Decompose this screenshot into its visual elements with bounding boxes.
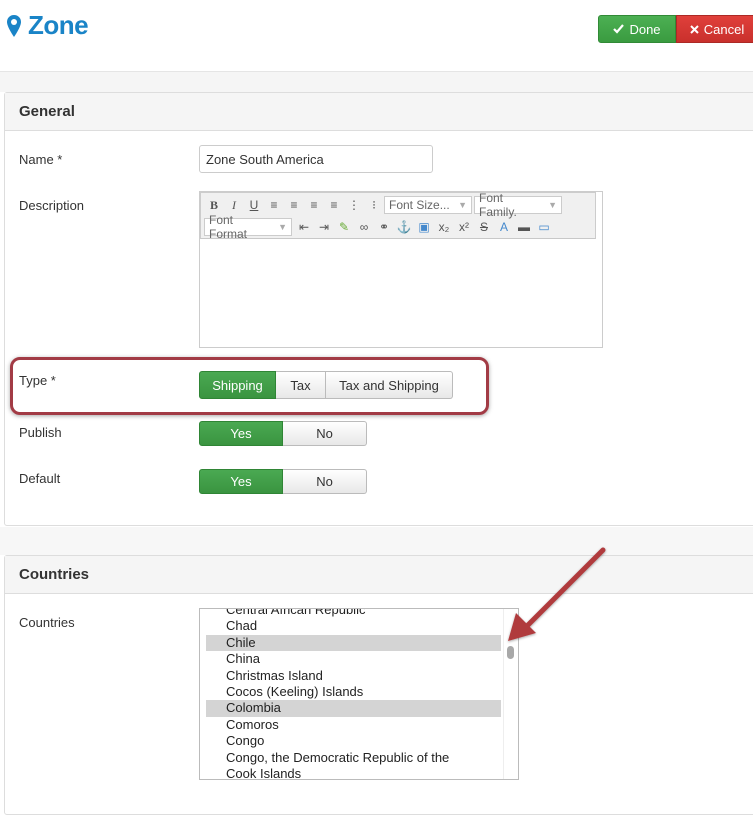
page-title: Zone bbox=[28, 10, 89, 40]
font-size-select[interactable]: Font Size... ▼ bbox=[384, 196, 472, 214]
align-left-icon[interactable]: ≡ bbox=[264, 195, 284, 215]
countries-multiselect[interactable]: Central African Republic Chad Chile Chin… bbox=[199, 608, 519, 780]
chevron-down-icon: ▼ bbox=[278, 222, 287, 232]
bold-button[interactable]: B bbox=[204, 195, 224, 215]
publish-yes-button[interactable]: Yes bbox=[199, 421, 283, 446]
list-item[interactable]: Comoros bbox=[206, 717, 501, 733]
list-item[interactable]: Cocos (Keeling) Islands bbox=[206, 684, 501, 700]
edit-icon[interactable]: ✎ bbox=[334, 217, 354, 237]
page-header: Zone Done Cancel bbox=[0, 0, 753, 72]
list-item[interactable]: Central African Republic bbox=[206, 609, 501, 618]
panel-gap bbox=[0, 527, 753, 555]
font-family-value: Font Family. bbox=[479, 191, 517, 219]
name-label: Name * bbox=[19, 152, 63, 167]
default-label: Default bbox=[19, 471, 61, 486]
unordered-list-icon[interactable]: ⁝ bbox=[364, 195, 384, 215]
publish-no-button[interactable]: No bbox=[283, 421, 367, 446]
align-right-icon[interactable]: ≡ bbox=[304, 195, 324, 215]
indent-icon[interactable]: ⇥ bbox=[314, 217, 334, 237]
description-editor: B I U ≡ ≡ ≡ ≡ ⋮ ⁝ Font Size... ▼ Font Fam… bbox=[199, 191, 603, 348]
link-icon[interactable]: ∞ bbox=[354, 217, 374, 237]
list-item[interactable]: China bbox=[206, 651, 501, 667]
italic-button[interactable]: I bbox=[224, 195, 244, 215]
font-format-select[interactable]: Font Format ▼ bbox=[204, 213, 292, 241]
unlink-icon[interactable]: ⚭ bbox=[374, 217, 394, 237]
countries-label: Countries bbox=[19, 615, 75, 630]
html-source-icon[interactable]: ▭ bbox=[534, 217, 554, 237]
done-label: Done bbox=[629, 21, 661, 37]
list-item[interactable]: Colombia bbox=[206, 700, 501, 717]
subscript-icon[interactable]: x₂ bbox=[434, 217, 454, 237]
editor-content-area[interactable] bbox=[200, 239, 602, 347]
outdent-icon[interactable]: ⇤ bbox=[294, 217, 314, 237]
annotation-arrow bbox=[508, 547, 606, 641]
check-icon bbox=[613, 24, 625, 34]
header-separator bbox=[0, 72, 753, 92]
list-item[interactable]: Christmas Island bbox=[206, 668, 501, 684]
chevron-down-icon: ▼ bbox=[458, 200, 467, 210]
font-family-select[interactable]: Font Family. ▼ bbox=[474, 191, 562, 219]
superscript-icon[interactable]: x² bbox=[454, 217, 474, 237]
general-heading: General bbox=[5, 93, 753, 131]
publish-toggle: Yes No bbox=[199, 421, 367, 446]
font-format-value: Font Format bbox=[209, 213, 248, 241]
horizontal-rule-icon[interactable]: ▬ bbox=[514, 217, 534, 237]
default-yes-button[interactable]: Yes bbox=[199, 469, 283, 494]
map-marker-icon bbox=[7, 15, 21, 37]
annotation-highlight-box bbox=[10, 357, 489, 415]
list-item[interactable]: Congo bbox=[206, 733, 501, 749]
chevron-down-icon: ▼ bbox=[548, 200, 557, 210]
description-label: Description bbox=[19, 198, 85, 213]
done-button[interactable]: Done bbox=[598, 15, 676, 43]
name-input[interactable] bbox=[199, 145, 433, 173]
anchor-icon[interactable]: ⚓ bbox=[394, 217, 414, 237]
image-icon[interactable]: ▣ bbox=[414, 217, 434, 237]
publish-label: Publish bbox=[19, 425, 62, 440]
clear-format-icon[interactable]: A bbox=[494, 217, 514, 237]
editor-toolbar: B I U ≡ ≡ ≡ ≡ ⋮ ⁝ Font Size... ▼ Font Fam… bbox=[200, 191, 596, 241]
align-center-icon[interactable]: ≡ bbox=[284, 195, 304, 215]
ordered-list-icon[interactable]: ⋮ bbox=[344, 195, 364, 215]
cancel-label: Cancel bbox=[703, 21, 745, 37]
list-item[interactable]: Chad bbox=[206, 618, 501, 634]
countries-heading: Countries bbox=[5, 556, 753, 594]
align-justify-icon[interactable]: ≡ bbox=[324, 195, 344, 215]
default-no-button[interactable]: No bbox=[283, 469, 367, 494]
default-toggle: Yes No bbox=[199, 469, 367, 494]
countries-options: Central African Republic Chad Chile Chin… bbox=[206, 609, 501, 779]
font-size-value: Font Size... bbox=[389, 198, 450, 212]
close-icon bbox=[690, 24, 699, 34]
underline-button[interactable]: U bbox=[244, 195, 264, 215]
list-item[interactable]: Congo, the Democratic Republic of the bbox=[206, 750, 501, 766]
cancel-button[interactable]: Cancel bbox=[676, 15, 753, 43]
strikethrough-icon[interactable]: S bbox=[474, 217, 494, 237]
list-item[interactable]: Chile bbox=[206, 634, 501, 652]
list-item[interactable]: Cook Islands bbox=[206, 766, 501, 779]
